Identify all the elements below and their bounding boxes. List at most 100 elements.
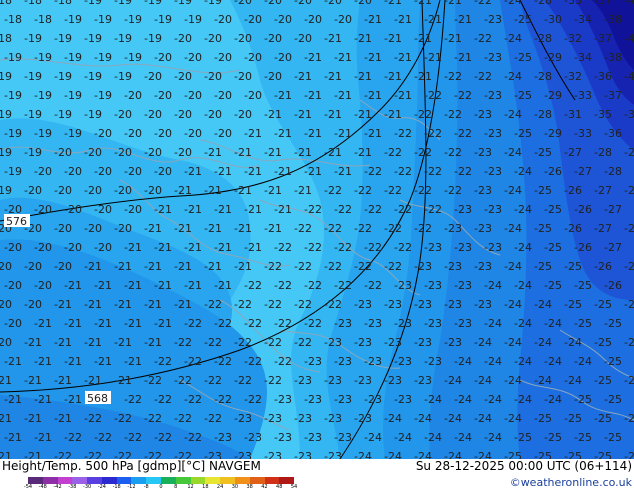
temperature-value: -21	[184, 241, 202, 254]
temperature-value: -23	[484, 89, 502, 102]
temperature-value: -28	[534, 70, 552, 83]
temperature-value: -21	[364, 51, 382, 64]
temperature-value: -26	[574, 203, 592, 216]
temperature-value: -20	[184, 89, 202, 102]
temperature-value: -22	[394, 165, 412, 178]
temperature-value: -21	[0, 374, 12, 387]
temperature-value: -23	[424, 355, 442, 368]
temperature-value: -20	[124, 89, 142, 102]
temperature-value: -21	[84, 260, 102, 273]
temperature-value: -19	[204, 0, 222, 7]
colorbar-tick-label: 24	[216, 484, 224, 490]
temperature-value: -21	[454, 13, 472, 26]
temperature-value: -21	[244, 127, 262, 140]
temperature-value: -21	[114, 260, 132, 273]
temperature-value: -24	[504, 374, 522, 387]
temperature-value: -20	[124, 203, 142, 216]
temperature-value: -22	[84, 450, 102, 459]
temperature-value: -24	[504, 108, 522, 121]
temperature-value: -24	[414, 412, 432, 425]
temperature-value: -21	[294, 146, 312, 159]
temperature-value: -23	[444, 336, 462, 349]
colorbar-swatch	[131, 477, 147, 484]
temperature-value: -21	[234, 222, 252, 235]
temperature-value: -24	[504, 412, 522, 425]
temperature-value: -23	[334, 317, 352, 330]
temperature-value: -19	[64, 89, 82, 102]
temperature-value: -20	[114, 222, 132, 235]
temperature-value: -28	[534, 0, 552, 7]
temperature-value: -18	[0, 32, 12, 45]
colorbar-tick-label: 0	[159, 484, 163, 490]
temperature-value: -24	[504, 222, 522, 235]
temperature-value: -27	[624, 260, 634, 273]
temperature-value: -25	[594, 336, 612, 349]
temperature-value: -21	[124, 241, 142, 254]
temperature-value: -19	[94, 13, 112, 26]
temperature-value: -21	[304, 165, 322, 178]
temperature-value: -22	[364, 241, 382, 254]
temperature-value: -22	[304, 279, 322, 292]
temperature-value: -21	[384, 32, 402, 45]
temperature-value: -22	[454, 165, 472, 178]
temperature-value: -21	[214, 279, 232, 292]
temperature-value: -38	[604, 13, 622, 26]
temperature-value: -22	[324, 184, 342, 197]
temperature-value: -23	[324, 450, 342, 459]
temperature-value: -19	[0, 184, 12, 197]
colorbar-tick-label: -48	[38, 484, 47, 490]
temperature-value: -21	[4, 393, 22, 406]
temperature-value: -20	[64, 165, 82, 178]
temperature-value: -21	[234, 260, 252, 273]
temperature-value: -21	[0, 412, 12, 425]
temperature-value: -27	[604, 203, 622, 216]
temperature-value: -31	[564, 108, 582, 121]
temperature-value: -27	[604, 241, 622, 254]
temperature-value: -21	[414, 0, 432, 7]
footer-bar: Height/Temp. 500 hPa [gdmp][°C] NAVGEM S…	[0, 459, 634, 490]
temperature-value: -20	[54, 222, 72, 235]
temperature-value: -20	[114, 146, 132, 159]
temperature-value: -25	[594, 374, 612, 387]
temperature-value: -22	[184, 431, 202, 444]
temperature-value: -22	[214, 317, 232, 330]
temperature-value: -38	[604, 51, 622, 64]
temperature-value: -21	[154, 317, 172, 330]
temperature-value: -20	[174, 108, 192, 121]
temperature-value: -34	[574, 51, 592, 64]
temperature-value: -21	[274, 203, 292, 216]
temperature-value: -21	[274, 127, 292, 140]
temperature-value: -21	[334, 165, 352, 178]
temperature-value: -23	[484, 13, 502, 26]
temperature-value: -23	[324, 336, 342, 349]
temperature-value: -18	[4, 13, 22, 26]
temperature-value: -22	[384, 260, 402, 273]
temperature-value: -36	[594, 70, 612, 83]
temperature-value: -22	[204, 412, 222, 425]
temperature-value: -20	[264, 32, 282, 45]
temperature-value: -25	[624, 412, 634, 425]
temperature-value: -19	[174, 0, 192, 7]
temperature-value: -21	[214, 203, 232, 216]
temperature-value: -24	[454, 393, 472, 406]
temperature-value: -22	[274, 279, 292, 292]
colorbar-tick-label: -18	[112, 484, 121, 490]
temperature-value: -22	[444, 70, 462, 83]
temperature-value: -22	[264, 374, 282, 387]
temperature-value: -21	[64, 355, 82, 368]
temperature-value: -24	[484, 279, 502, 292]
temperature-value: -20	[0, 260, 12, 273]
temperature-value: -22	[354, 260, 372, 273]
temperature-value: -21	[244, 241, 262, 254]
temperature-value: -23	[474, 222, 492, 235]
temperature-value: -25	[564, 450, 582, 459]
temperature-value: -24	[424, 431, 442, 444]
temperature-value: -22	[264, 260, 282, 273]
temperature-value: -24	[514, 355, 532, 368]
temperature-value: -22	[334, 203, 352, 216]
colorbar-tick-label: 30	[231, 484, 239, 490]
temperature-value: -21	[364, 127, 382, 140]
temperature-value: -21	[144, 222, 162, 235]
temperature-value: -20	[214, 51, 232, 64]
temperature-value: -21	[124, 279, 142, 292]
